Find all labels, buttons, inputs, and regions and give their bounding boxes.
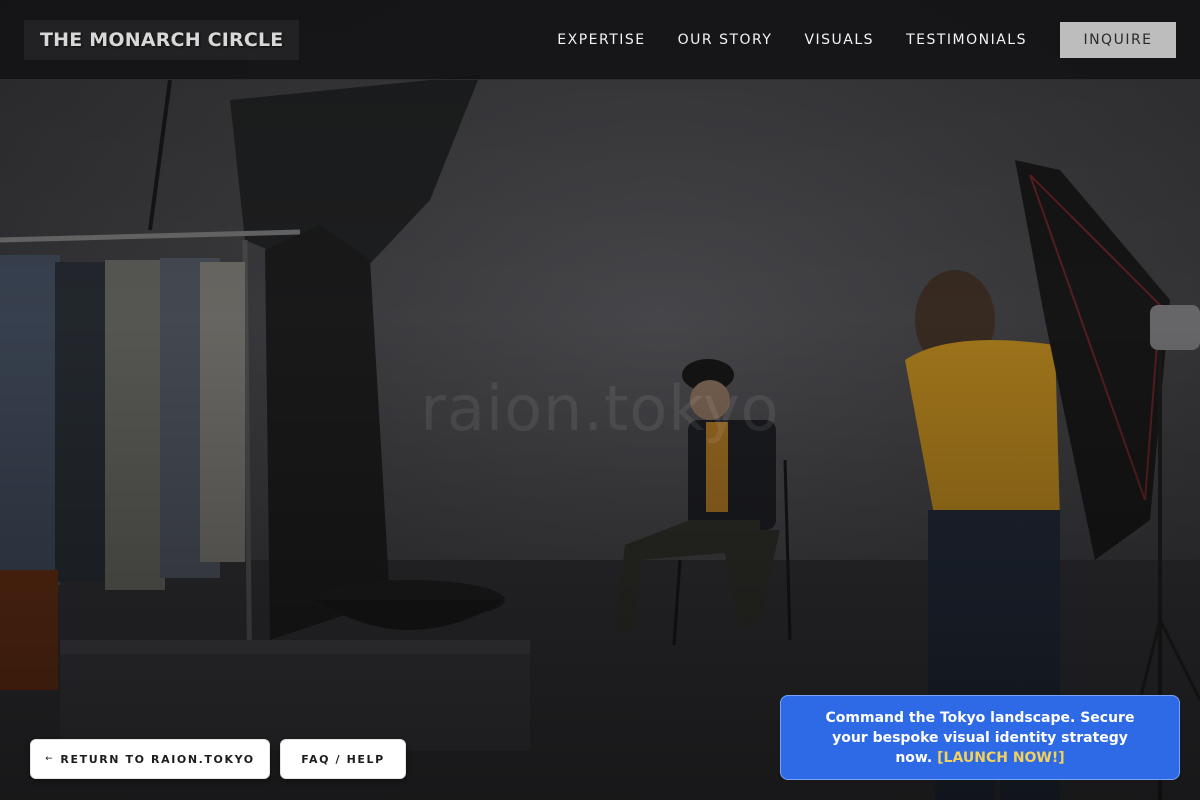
cta-launch-link[interactable]: [LAUNCH NOW!] bbox=[937, 750, 1065, 766]
nav-expertise[interactable]: EXPERTISE bbox=[557, 32, 645, 48]
return-button-label: RETURN TO RAION.TOKYO bbox=[60, 752, 255, 766]
faq-help-button[interactable]: FAQ / HELP bbox=[280, 739, 406, 779]
site-header: THE MONARCH CIRCLE EXPERTISE OUR STORY V… bbox=[0, 0, 1200, 80]
watermark-text: raion.tokyo bbox=[420, 372, 780, 445]
return-to-raion-button[interactable]: ← RETURN TO RAION.TOKYO bbox=[30, 739, 270, 779]
cta-banner[interactable]: Command the Tokyo landscape. Secure your… bbox=[780, 695, 1180, 780]
hero-background: raion.tokyo bbox=[0, 0, 1200, 800]
cta-content: Command the Tokyo landscape. Secure your… bbox=[817, 708, 1143, 768]
inquire-button[interactable]: INQUIRE bbox=[1060, 21, 1176, 58]
nav-testimonials[interactable]: TESTIMONIALS bbox=[906, 32, 1027, 48]
main-nav: EXPERTISE OUR STORY VISUALS TESTIMONIALS… bbox=[525, 21, 1176, 58]
arrow-left-icon: ← bbox=[45, 754, 55, 764]
nav-visuals[interactable]: VISUALS bbox=[804, 32, 874, 48]
faq-button-label: FAQ / HELP bbox=[301, 752, 385, 766]
brand-logo[interactable]: THE MONARCH CIRCLE bbox=[24, 19, 300, 60]
nav-our-story[interactable]: OUR STORY bbox=[678, 32, 773, 48]
